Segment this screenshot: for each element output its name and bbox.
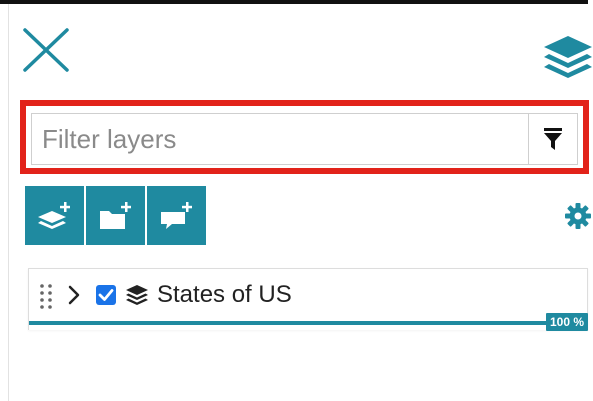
opacity-slider-fill (29, 321, 587, 325)
left-divider (8, 4, 9, 401)
layers-plus-icon (37, 201, 70, 229)
filter-button[interactable] (528, 114, 577, 164)
comment-plus-icon (160, 201, 192, 229)
layers-panel: States of US 100 % (0, 0, 593, 401)
drag-handle-icon[interactable] (37, 281, 55, 309)
chevron-right-icon[interactable] (67, 284, 81, 306)
layer-row: States of US (29, 269, 587, 321)
folder-plus-icon (99, 201, 131, 229)
filter-layers-input[interactable] (32, 114, 528, 164)
layer-visibility-checkbox[interactable] (95, 284, 117, 306)
add-layer-button[interactable] (25, 186, 84, 245)
layer-toolbar (25, 186, 206, 245)
opacity-value-badge[interactable]: 100 % (545, 313, 588, 331)
top-divider (0, 0, 588, 4)
layer-item: States of US 100 % (28, 268, 588, 331)
gear-icon (565, 203, 591, 229)
add-group-button[interactable] (86, 186, 145, 245)
settings-button[interactable] (564, 202, 592, 230)
funnel-icon (544, 128, 562, 150)
layers-icon (542, 34, 593, 78)
opacity-slider[interactable]: 100 % (29, 313, 588, 331)
filter-field (31, 113, 578, 165)
close-button[interactable] (22, 28, 72, 72)
add-annotation-button[interactable] (147, 186, 206, 245)
layer-name[interactable]: States of US (157, 281, 292, 309)
close-icon (23, 28, 69, 72)
layer-type-icon (126, 285, 148, 305)
